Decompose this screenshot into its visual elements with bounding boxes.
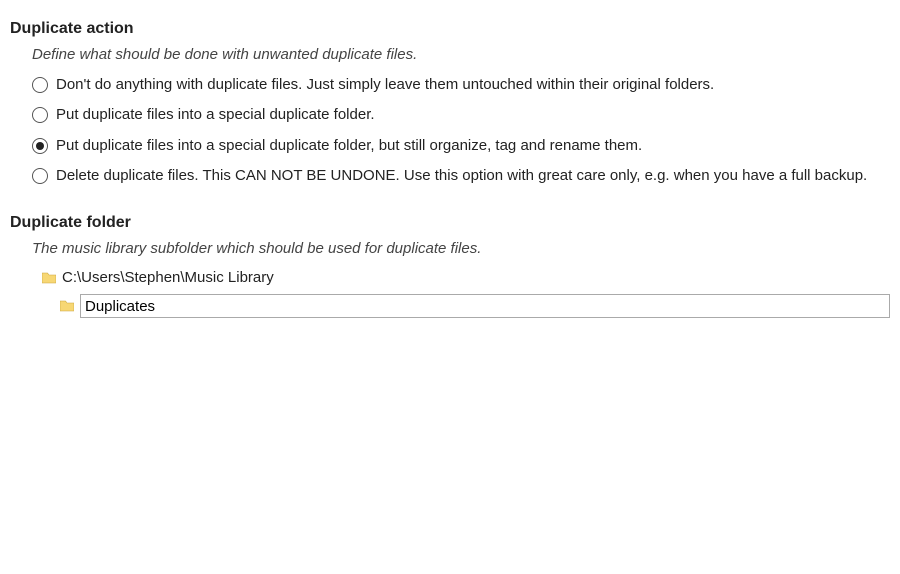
duplicate-action-heading: Duplicate action — [10, 20, 890, 38]
radio-option-special-folder-organize[interactable]: Put duplicate files into a special dupli… — [32, 136, 890, 156]
radio-icon — [32, 107, 48, 123]
duplicate-action-subtext: Define what should be done with unwanted… — [32, 46, 890, 63]
folder-tree: C:\Users\Stephen\Music Library — [42, 269, 890, 318]
radio-option-special-folder[interactable]: Put duplicate files into a special dupli… — [32, 105, 890, 125]
radio-label: Delete duplicate files. This CAN NOT BE … — [56, 166, 867, 186]
folder-icon — [42, 272, 56, 284]
duplicate-folder-section: Duplicate folder The music library subfo… — [10, 214, 890, 318]
radio-icon — [32, 77, 48, 93]
radio-label: Put duplicate files into a special dupli… — [56, 105, 375, 125]
folder-subfolder-row — [60, 294, 890, 318]
radio-icon-selected — [32, 138, 48, 154]
duplicate-folder-subtext: The music library subfolder which should… — [32, 240, 890, 257]
duplicate-action-section: Duplicate action Define what should be d… — [10, 20, 890, 186]
radio-label: Put duplicate files into a special dupli… — [56, 136, 642, 156]
radio-option-leave-untouched[interactable]: Don't do anything with duplicate files. … — [32, 75, 890, 95]
duplicate-folder-heading: Duplicate folder — [10, 214, 890, 232]
radio-option-delete[interactable]: Delete duplicate files. This CAN NOT BE … — [32, 166, 890, 186]
folder-root-row[interactable]: C:\Users\Stephen\Music Library — [42, 269, 890, 286]
duplicate-action-radio-group: Don't do anything with duplicate files. … — [32, 75, 890, 186]
radio-label: Don't do anything with duplicate files. … — [56, 75, 714, 95]
folder-root-label: C:\Users\Stephen\Music Library — [62, 269, 274, 286]
radio-icon — [32, 168, 48, 184]
folder-icon — [60, 300, 74, 312]
subfolder-input[interactable] — [80, 294, 890, 318]
